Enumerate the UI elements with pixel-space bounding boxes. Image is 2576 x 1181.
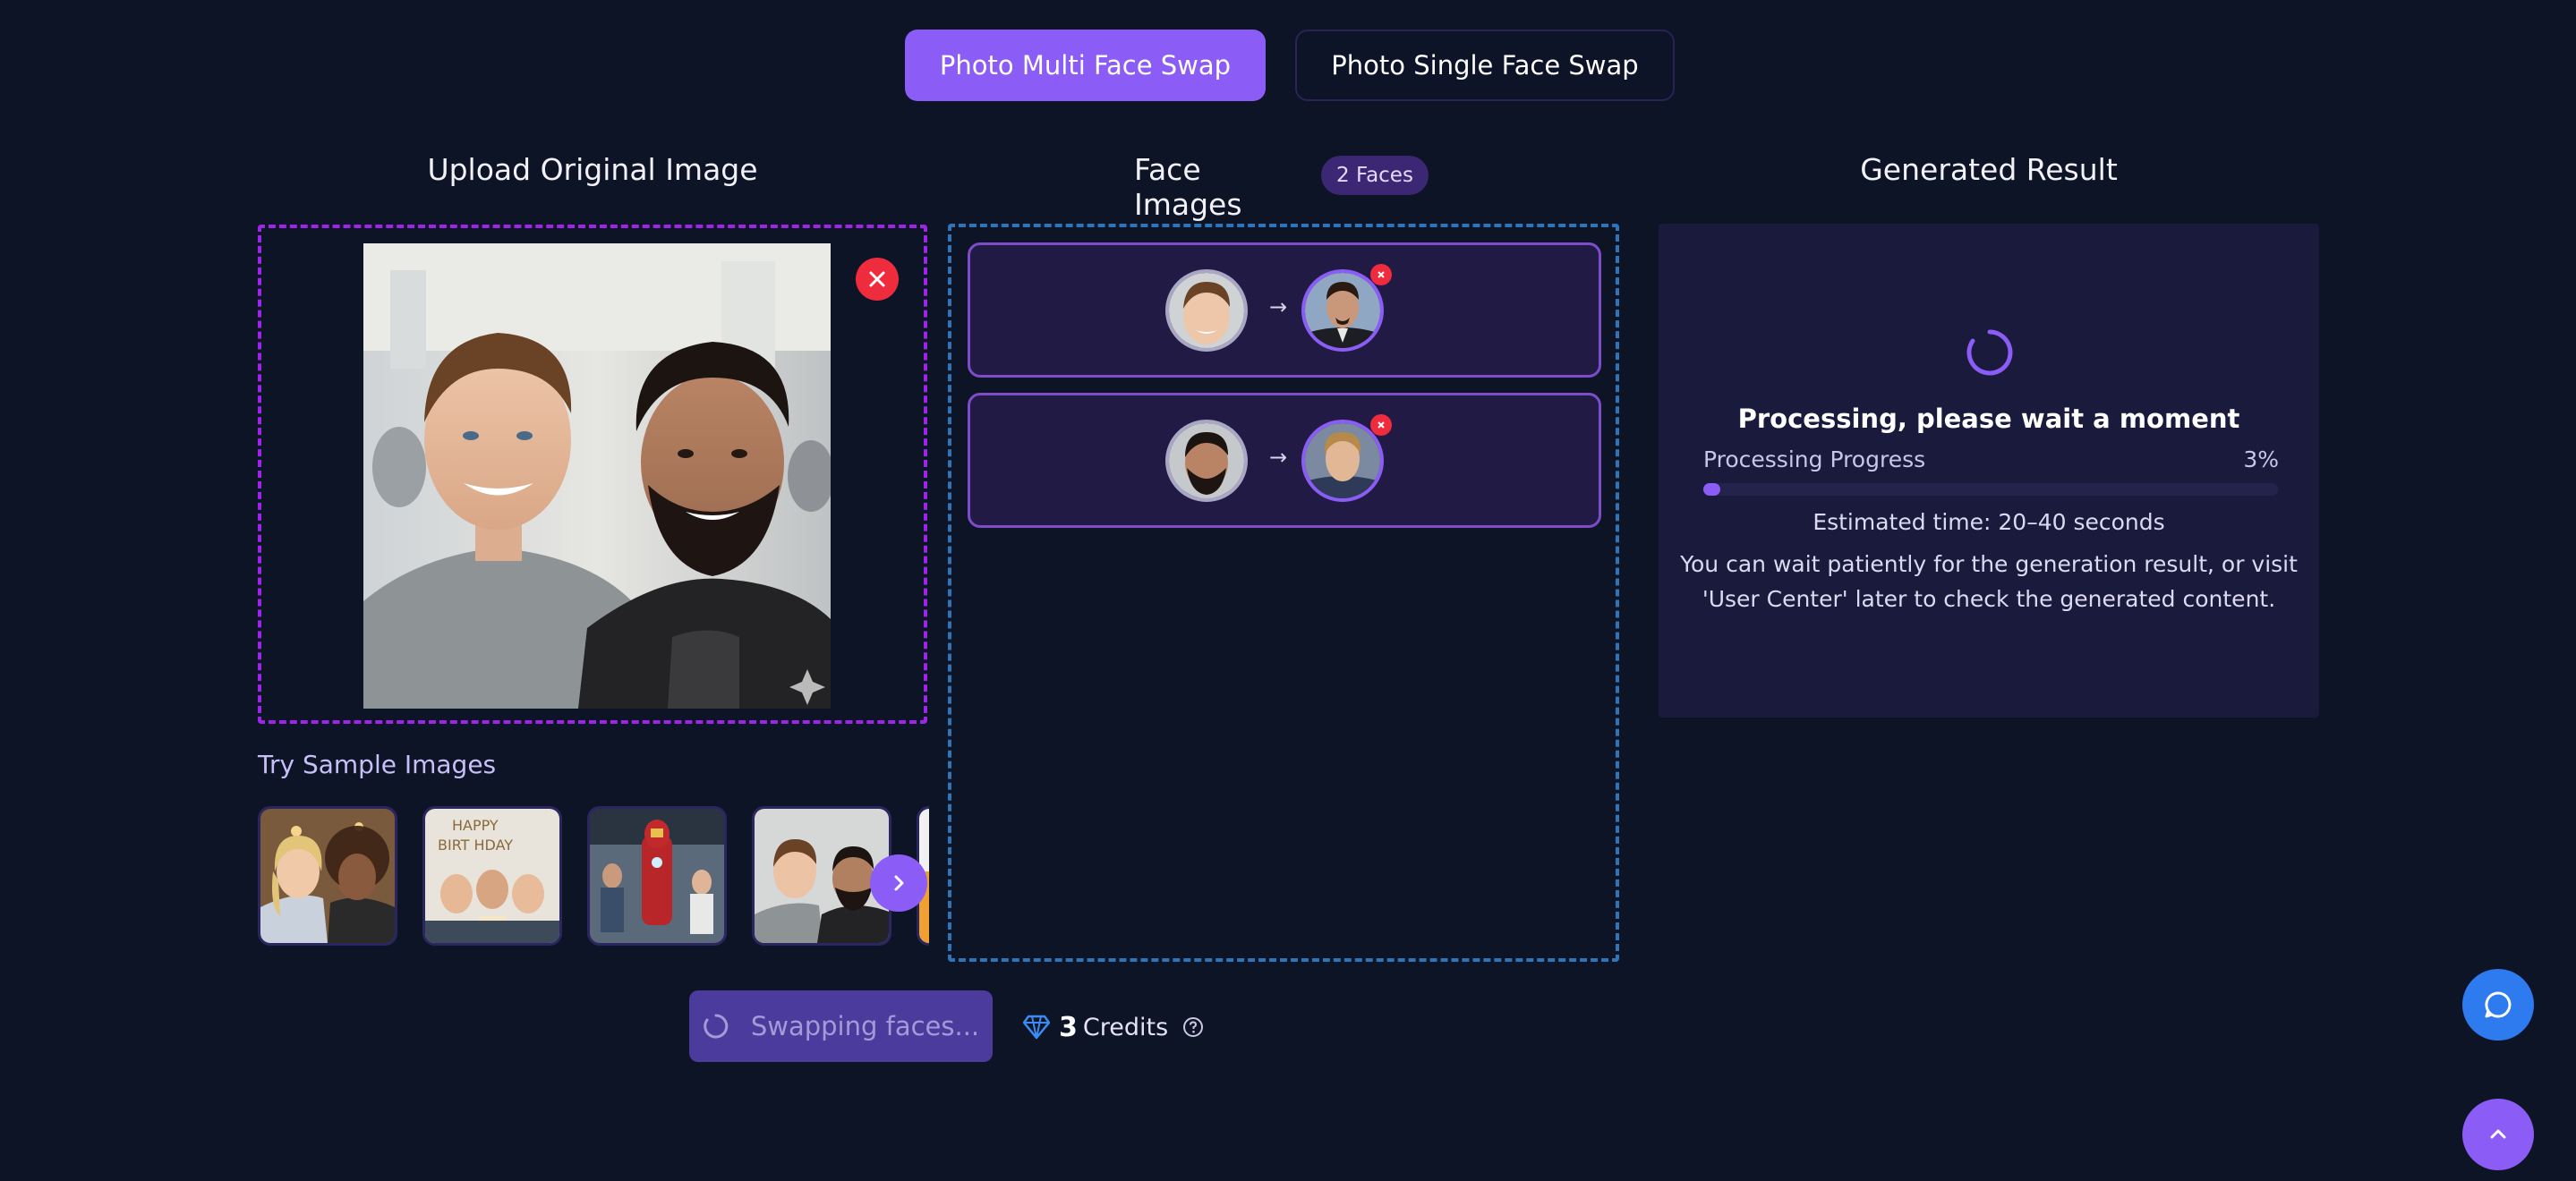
arrow-right-icon: → [1269, 294, 1288, 319]
sample-images-title: Try Sample Images [258, 750, 497, 779]
tab-photo-multi-face-swap[interactable]: Photo Multi Face Swap [905, 30, 1266, 101]
chat-bubble-icon [2485, 991, 2512, 1018]
svg-text:HAPPY: HAPPY [452, 817, 499, 834]
source-face-1 [1165, 269, 1248, 352]
chat-button[interactable] [2462, 969, 2534, 1041]
face-pair-row-2: → [968, 393, 1601, 528]
tab-photo-single-face-swap[interactable]: Photo Single Face Swap [1295, 30, 1675, 101]
chevron-right-icon [894, 875, 904, 891]
faces-count-badge: 2 Faces [1321, 156, 1429, 195]
processing-hint: You can wait patiently for the generatio… [1659, 547, 2319, 616]
face-pair-row-1: → [968, 242, 1601, 378]
processing-title: Processing, please wait a moment [1737, 404, 2240, 434]
progress-bar-fill [1703, 483, 1721, 496]
sample-image-two-women[interactable] [258, 806, 397, 946]
sample-images-carousel: HAPPY BIRT HDAY [258, 804, 929, 949]
loading-spinner-icon [1966, 329, 2013, 376]
progress-bar [1703, 483, 2278, 496]
processing-hint-line-2: 'User Center' later to check the generat… [1702, 586, 2276, 612]
source-face-2 [1165, 420, 1248, 502]
remove-image-button[interactable] [856, 258, 899, 301]
mode-tabs: Photo Multi Face Swap Photo Single Face … [0, 30, 2576, 101]
help-icon[interactable] [1182, 1016, 1204, 1038]
diamond-icon [1023, 1015, 1050, 1040]
credits-value: 3 [1059, 1011, 1078, 1043]
swap-faces-button[interactable]: Swapping faces... [689, 990, 993, 1062]
chevron-up-icon [2490, 1129, 2506, 1139]
sample-image-birthday[interactable]: HAPPY BIRT HDAY [422, 806, 562, 946]
arrow-right-icon: → [1269, 445, 1288, 470]
upload-title: Upload Original Image [427, 152, 758, 187]
close-icon [1378, 271, 1385, 278]
estimated-time: Estimated time: 20–40 seconds [1813, 509, 2165, 535]
carousel-next-button[interactable] [870, 854, 927, 912]
close-icon [869, 271, 885, 287]
face-images-title: Face Images [1134, 152, 1242, 222]
credits-label: Credits [1082, 1013, 1169, 1041]
remove-face-1-button[interactable] [1370, 264, 1392, 285]
remove-face-2-button[interactable] [1370, 414, 1392, 436]
scroll-to-top-button[interactable] [2462, 1099, 2534, 1170]
credits-info: 3 Credits [1023, 1009, 1204, 1045]
upload-dropzone[interactable] [258, 225, 927, 724]
processing-hint-line-1: You can wait patiently for the generatio… [1680, 551, 2298, 577]
loading-spinner-icon [704, 1014, 729, 1039]
close-icon [1378, 421, 1385, 429]
svg-text:BIRT HDAY: BIRT HDAY [438, 837, 513, 854]
sample-image-iron-man[interactable] [587, 806, 727, 946]
original-image [363, 243, 831, 709]
target-face-1 [1301, 269, 1384, 352]
face-images-panel: → → [948, 224, 1619, 962]
generated-result-panel: Processing, please wait a moment Process… [1659, 224, 2319, 718]
progress-label: Processing Progress [1703, 446, 1926, 472]
target-face-2 [1301, 420, 1384, 502]
progress-percent: 3% [2243, 446, 2279, 472]
swap-button-label: Swapping faces... [750, 1011, 980, 1041]
result-title: Generated Result [1860, 152, 2118, 187]
